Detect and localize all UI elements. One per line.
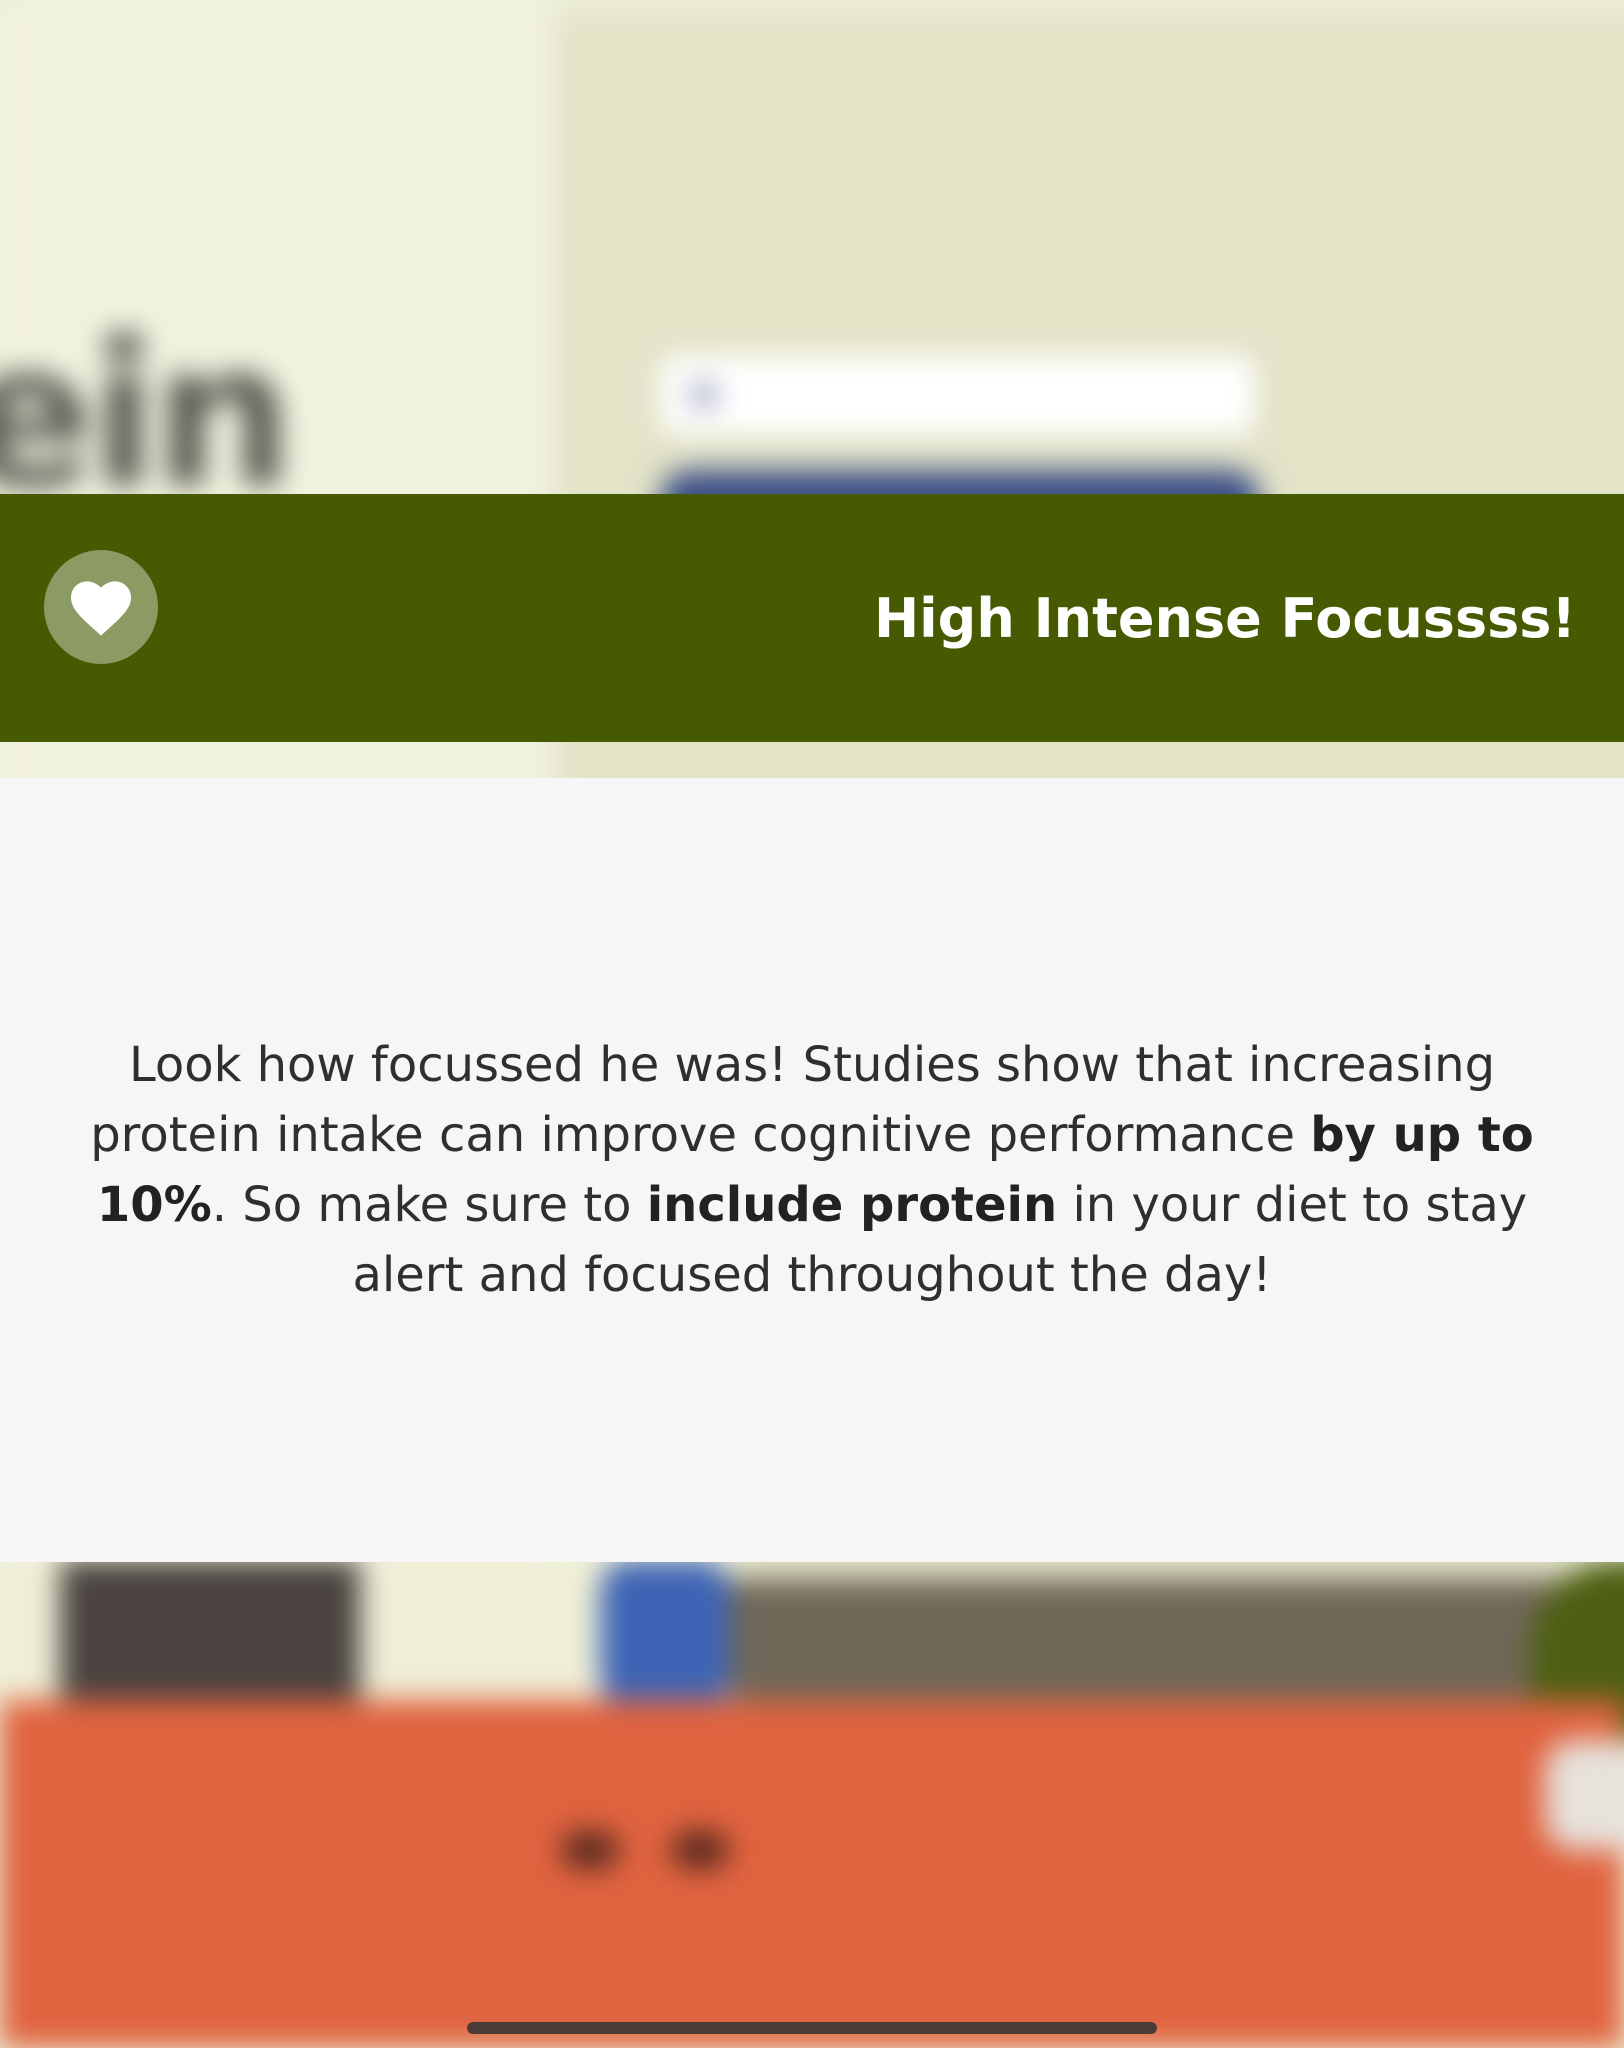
background-pot bbox=[1545, 1740, 1624, 1850]
heart-icon bbox=[68, 577, 134, 637]
background-foot-left bbox=[560, 1830, 620, 1870]
favorite-button[interactable] bbox=[44, 550, 158, 664]
app-screen: ein High Intense Focussss! Look how focu… bbox=[0, 0, 1624, 2048]
info-text-part: Look how focussed he was! Studies show t… bbox=[90, 1037, 1496, 1163]
banner-title: High Intense Focussss! bbox=[873, 586, 1576, 650]
background-floor bbox=[0, 1700, 1624, 2048]
home-indicator[interactable] bbox=[467, 2022, 1157, 2034]
background-input-icon bbox=[690, 381, 718, 409]
info-text: Look how focussed he was! Studies show t… bbox=[72, 1030, 1552, 1310]
achievement-banner: High Intense Focussss! bbox=[0, 494, 1624, 742]
background-foot-right bbox=[670, 1830, 730, 1870]
info-text-highlight: include protein bbox=[646, 1177, 1058, 1233]
background-shelf bbox=[730, 1580, 1624, 1720]
background-input bbox=[660, 355, 1255, 435]
info-text-part: . So make sure to bbox=[211, 1177, 647, 1233]
background-feet bbox=[560, 1830, 730, 1880]
info-panel: Look how focussed he was! Studies show t… bbox=[0, 778, 1624, 1562]
